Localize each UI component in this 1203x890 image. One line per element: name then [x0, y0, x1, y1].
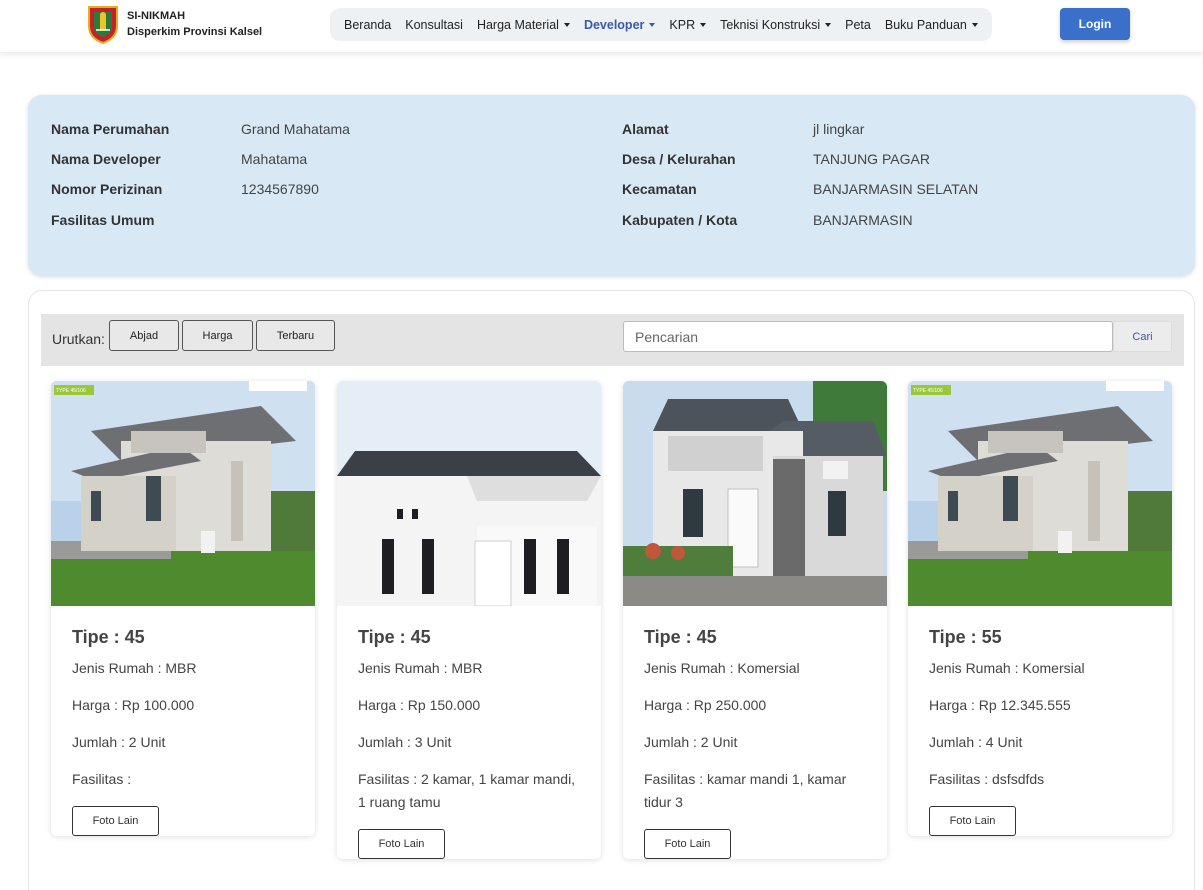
card-fasilitas: Fasilitas : 2 kamar, 1 kamar mandi, 1 ru… [358, 771, 576, 810]
house-type-listing: Urutkan: Abjad Harga Terbaru Cari TYPE 4… [28, 290, 1195, 890]
info-label: Alamat [622, 121, 669, 137]
card-harga: Harga : Rp 100.000 [72, 697, 195, 713]
nav-item-label: Teknisi Konstruksi [720, 17, 821, 32]
nav-item-label: Peta [845, 17, 871, 32]
foto-lain-button[interactable]: Foto Lain [358, 829, 445, 859]
brand-subtitle: Disperkim Provinsi Kalsel [127, 26, 263, 38]
foto-lain-button[interactable]: Foto Lain [72, 806, 159, 836]
type-badge: TYPE 45/106 [913, 388, 943, 394]
info-value: Mahatama [241, 151, 308, 167]
card-jumlah: Jumlah : 2 Unit [72, 734, 166, 750]
info-label: Desa / Kelurahan [622, 151, 736, 167]
card-fasilitas: Fasilitas : [72, 771, 132, 787]
nav-item-kpr[interactable]: KPR [662, 18, 713, 32]
info-label: Nama Perumahan [51, 121, 170, 137]
house-card: Tipe : 45 Jenis Rumah : Komersial Harga … [623, 381, 887, 859]
house-photo [623, 381, 887, 606]
card-title: Tipe : 45 [358, 627, 431, 647]
card-body: Tipe : 45 Jenis Rumah : MBR Harga : Rp 1… [51, 606, 315, 836]
foto-lain-button[interactable]: Foto Lain [644, 829, 731, 859]
card-jenis: Jenis Rumah : Komersial [644, 660, 800, 676]
card-harga: Harga : Rp 150.000 [358, 697, 481, 713]
info-value: Grand Mahatama [241, 121, 350, 137]
nav-item-peta[interactable]: Peta [838, 18, 878, 32]
nav-item-label: Konsultasi [405, 17, 463, 32]
type-badge: TYPE 45/106 [56, 388, 86, 394]
caret-down-icon [971, 22, 978, 27]
brand-text: SI-NIKMAH Disperkim Provinsi Kalsel [127, 8, 262, 40]
province-emblem-icon [88, 6, 118, 44]
card-jumlah: Jumlah : 2 Unit [644, 734, 738, 750]
nav-item-beranda[interactable]: Beranda [337, 18, 398, 32]
info-label: Nama Developer [51, 151, 161, 167]
login-button[interactable]: Login [1060, 8, 1130, 40]
house-card: TYPE 45/106 Tipe : 45 Jenis Rumah : MBR … [51, 381, 315, 836]
card-title: Tipe : 55 [929, 627, 1002, 647]
card-harga: Harga : Rp 12.345.555 [929, 697, 1071, 713]
info-label: Nomor Perizinan [51, 181, 163, 197]
brand-title: SI-NIKMAH [127, 10, 186, 22]
foto-lain-button[interactable]: Foto Lain [929, 806, 1016, 836]
card-jenis: Jenis Rumah : MBR [358, 660, 483, 676]
card-title: Tipe : 45 [72, 627, 145, 647]
sort-abjad-button[interactable]: Abjad [109, 320, 179, 351]
card-body: Tipe : 45 Jenis Rumah : Komersial Harga … [623, 606, 887, 859]
info-label: Kabupaten / Kota [622, 212, 738, 228]
navbar: SI-NIKMAH Disperkim Provinsi Kalsel Bera… [0, 0, 1203, 53]
caret-down-icon [825, 22, 832, 27]
house-photo: TYPE 45/106 [51, 381, 315, 606]
nav-item-developer[interactable]: Developer [577, 18, 662, 32]
house-card: Tipe : 45 Jenis Rumah : MBR Harga : Rp 1… [337, 381, 601, 859]
nav-item-konsultasi[interactable]: Konsultasi [398, 18, 470, 32]
brand[interactable]: SI-NIKMAH Disperkim Provinsi Kalsel [87, 4, 262, 44]
sort-terbaru-button[interactable]: Terbaru [256, 320, 335, 351]
nav-item-buku-panduan[interactable]: Buku Panduan [878, 18, 985, 32]
sort-harga-button[interactable]: Harga [182, 320, 253, 351]
sort-label: Urutkan: [52, 331, 105, 347]
card-title: Tipe : 45 [644, 627, 717, 647]
card-jumlah: Jumlah : 4 Unit [929, 734, 1023, 750]
main-nav: Beranda Konsultasi Harga Material Develo… [330, 8, 992, 41]
caret-down-icon [563, 22, 570, 27]
housing-info-panel: Nama Perumahan Grand Mahatama Nama Devel… [28, 95, 1195, 276]
card-jenis: Jenis Rumah : MBR [72, 660, 197, 676]
caret-down-icon [700, 22, 707, 27]
info-value: 1234567890 [241, 181, 319, 197]
info-label: Kecamatan [622, 181, 697, 197]
house-photo: TYPE 45/106 [908, 381, 1172, 606]
house-photo [337, 381, 601, 606]
info-value: TANJUNG PAGAR [813, 151, 930, 167]
card-jenis: Jenis Rumah : Komersial [929, 660, 1085, 676]
nav-item-label: Buku Panduan [884, 17, 967, 32]
nav-item-teknisi-konstruksi[interactable]: Teknisi Konstruksi [713, 18, 838, 32]
nav-item-harga-material[interactable]: Harga Material [470, 18, 577, 32]
card-body: Tipe : 55 Jenis Rumah : Komersial Harga … [908, 606, 1172, 836]
nav-item-label: Beranda [344, 17, 392, 32]
search-input[interactable] [623, 321, 1113, 352]
info-value: BANJARMASIN [813, 212, 913, 228]
nav-item-label: Harga Material [476, 17, 559, 32]
info-label: Fasilitas Umum [51, 212, 155, 228]
house-card: TYPE 45/106 Tipe : 55 Jenis Rumah : Kome… [908, 381, 1172, 836]
card-harga: Harga : Rp 250.000 [644, 697, 767, 713]
info-value: BANJARMASIN SELATAN [813, 181, 979, 197]
caret-down-icon [649, 22, 656, 27]
search-button[interactable]: Cari [1113, 321, 1172, 352]
nav-item-label: Developer [583, 17, 645, 32]
card-body: Tipe : 45 Jenis Rumah : MBR Harga : Rp 1… [337, 606, 601, 859]
nav-item-label: KPR [669, 17, 696, 32]
card-jumlah: Jumlah : 3 Unit [358, 734, 452, 750]
card-fasilitas: Fasilitas : dsfsdfds [929, 771, 1045, 787]
card-fasilitas: Fasilitas : kamar mandi 1, kamar tidur 3 [644, 771, 847, 810]
listing-toolbar: Urutkan: Abjad Harga Terbaru Cari [41, 314, 1184, 366]
info-value: jl lingkar [813, 121, 865, 137]
